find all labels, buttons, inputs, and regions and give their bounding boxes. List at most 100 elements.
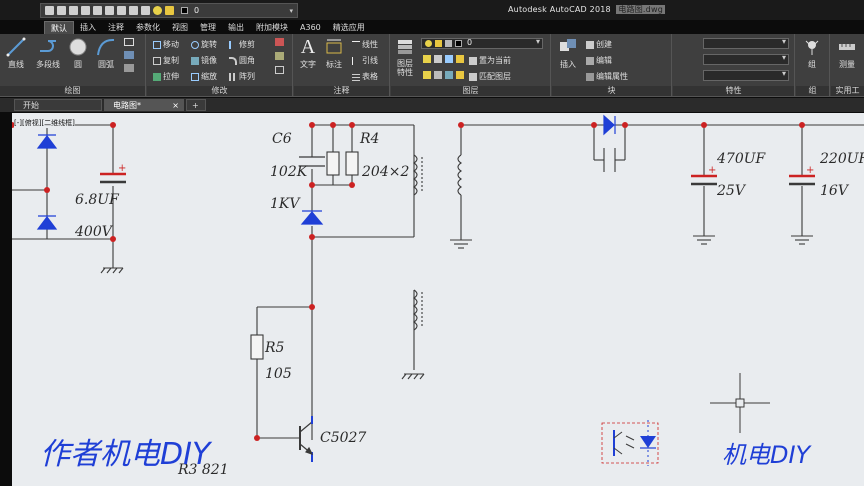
new-tab-button[interactable]: +	[186, 99, 206, 111]
tab-9[interactable]: 精选应用	[327, 21, 371, 35]
layer-dropdown[interactable]: 0 ▾	[421, 37, 543, 49]
r5-value: 105	[265, 366, 292, 382]
redo-icon[interactable]	[117, 6, 126, 15]
rotate-button[interactable]: 旋转	[191, 39, 217, 50]
layer-isolate-icon[interactable]	[434, 55, 442, 63]
transistor-label: C5027	[320, 430, 366, 446]
tab-6[interactable]: 输出	[222, 21, 250, 35]
tab-8[interactable]: A360	[294, 21, 327, 35]
make-current-button[interactable]: 置为当前	[469, 55, 511, 66]
chevron-down-icon: ▾	[535, 37, 540, 46]
layer-unlock-icon[interactable]	[456, 71, 464, 79]
watermark-right: 机电DIY	[722, 441, 813, 469]
panel-block-label[interactable]: 块	[552, 86, 671, 96]
move-button[interactable]: 移动	[153, 39, 179, 50]
tab-0[interactable]: 默认	[44, 21, 74, 35]
layer-thaw-icon[interactable]	[445, 71, 453, 79]
print-icon[interactable]	[93, 6, 102, 15]
mirror-button[interactable]: 镜像	[191, 55, 217, 66]
document-name: 电路图.dwg	[616, 5, 665, 14]
cap-left-voltage: 400V	[74, 224, 114, 240]
edit-attributes-button[interactable]: 编辑属性	[586, 71, 628, 82]
panel-layers-label[interactable]: 图层	[391, 86, 550, 96]
layer-unisolate-icon[interactable]	[434, 71, 442, 79]
circle-button[interactable]: 圆	[68, 37, 88, 70]
chevron-down-icon[interactable]: ▾	[289, 7, 293, 15]
panel-modify-label[interactable]: 修改	[147, 86, 292, 96]
layer-name: 0	[467, 38, 473, 47]
drawing-canvas[interactable]: + + + 6.8UF 400V C6 102K 1KV R4 204×2 R5…	[9, 113, 864, 486]
table-button[interactable]: 表格	[352, 71, 378, 82]
fillet-button[interactable]: 圆角	[229, 55, 255, 66]
leader-label: 引线	[362, 56, 378, 65]
panel-groups-label[interactable]: 组	[796, 86, 829, 96]
crosshair-cursor	[710, 373, 770, 433]
hatch-icon[interactable]	[124, 51, 134, 59]
region-icon[interactable]	[124, 64, 134, 72]
file-tab-start[interactable]: 开始	[14, 99, 102, 111]
undo-icon[interactable]	[105, 6, 114, 15]
trim-icon	[229, 40, 237, 49]
tab-1[interactable]: 插入	[74, 21, 102, 35]
wires	[12, 124, 864, 440]
lock-icon	[445, 40, 452, 47]
dimension-button[interactable]: 标注	[324, 37, 344, 70]
panel-draw-label[interactable]: 绘图	[0, 86, 145, 96]
table-icon	[352, 72, 360, 81]
leader-button[interactable]: 引线	[352, 55, 378, 66]
array-button[interactable]: 阵列	[229, 71, 255, 82]
layer-lock-icon[interactable]	[456, 55, 464, 63]
layer-walk-icon[interactable]	[423, 71, 431, 79]
chevron-down-icon: ▾	[781, 37, 786, 46]
create-block-button[interactable]: 创建	[586, 39, 612, 50]
polyline-button[interactable]: 多段线	[36, 37, 60, 70]
layer-properties-button[interactable]: 图层特性	[395, 37, 415, 77]
copy-button[interactable]: 复制	[153, 55, 179, 66]
group-button[interactable]: 组	[802, 37, 822, 70]
insert-block-button[interactable]: 插入	[558, 37, 578, 70]
save-icon[interactable]	[69, 6, 78, 15]
measure-button[interactable]: 测量	[837, 37, 857, 70]
layer-off-icon[interactable]	[423, 55, 431, 63]
panel-properties-label[interactable]: 特性	[673, 86, 794, 96]
scale-button[interactable]: 缩放	[191, 71, 217, 82]
erase-icon[interactable]	[275, 38, 284, 46]
save-as-icon[interactable]	[81, 6, 90, 15]
text-button[interactable]: A 文字	[298, 37, 318, 70]
lightbulb-icon[interactable]	[153, 6, 162, 15]
share-icon[interactable]	[141, 6, 150, 15]
diode-d4	[603, 114, 615, 136]
new-file-icon[interactable]	[45, 6, 54, 15]
cap-470-voltage: 25V	[716, 183, 747, 199]
line-button[interactable]: 直线	[6, 37, 26, 70]
explode-icon[interactable]	[275, 52, 284, 60]
stretch-button[interactable]: 拉伸	[153, 71, 179, 82]
close-icon[interactable]: ×	[172, 100, 179, 112]
arc-button[interactable]: 圆弧	[96, 37, 116, 70]
trim-button[interactable]: 修剪	[229, 39, 255, 50]
viewport-controls-label[interactable]: [-][俯视][二维线框]	[14, 118, 75, 128]
match-layer-button[interactable]: 匹配图层	[469, 71, 511, 82]
tab-2[interactable]: 注释	[102, 21, 130, 35]
rectangle-icon[interactable]	[124, 38, 134, 46]
file-tab-drawing[interactable]: 电路图* ×	[104, 99, 184, 111]
tab-4[interactable]: 视图	[166, 21, 194, 35]
mirror-icon	[191, 56, 199, 65]
tab-7[interactable]: 附加模块	[250, 21, 294, 35]
edit-block-button[interactable]: 编辑	[586, 55, 612, 66]
linear-dim-button[interactable]: 线性	[352, 39, 378, 50]
workspace-icon[interactable]	[129, 6, 138, 15]
panel-utilities-label[interactable]: 实用工	[831, 86, 864, 96]
color-dropdown[interactable]: ▾	[703, 37, 789, 49]
panel-annotation-label[interactable]: 注释	[294, 86, 389, 96]
tab-5[interactable]: 管理	[194, 21, 222, 35]
lineweight-dropdown[interactable]: ▾	[703, 69, 789, 81]
sun-icon[interactable]	[165, 6, 174, 15]
layer-freeze-icon[interactable]	[445, 55, 453, 63]
linetype-dropdown[interactable]: ▾	[703, 53, 789, 65]
offset-icon[interactable]	[275, 66, 284, 74]
open-file-icon[interactable]	[57, 6, 66, 15]
insert-block-label: 插入	[560, 60, 576, 69]
fillet-icon	[229, 56, 237, 65]
tab-3[interactable]: 参数化	[130, 21, 166, 35]
